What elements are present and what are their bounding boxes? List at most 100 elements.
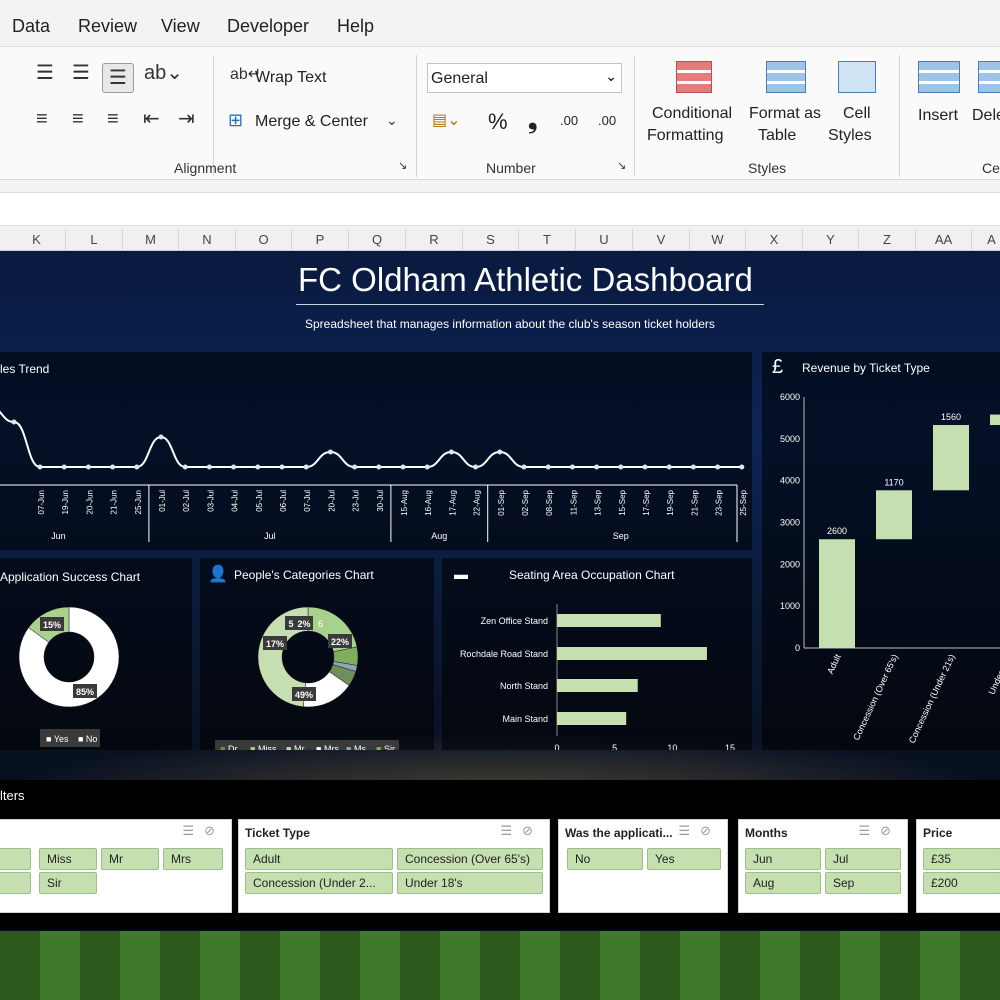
sales-trend-point (61, 464, 67, 470)
formula-bar[interactable] (0, 192, 1000, 226)
decrease-decimal-button[interactable]: .00 (598, 113, 616, 128)
menu-review[interactable]: Review (78, 16, 137, 37)
slicer-multiselect-icon[interactable]: ☰⊘ (678, 823, 721, 839)
slicer-multiselect-icon[interactable]: ☰⊘ (500, 823, 543, 839)
menu-data[interactable]: Data (12, 16, 50, 37)
slicer-item-mrs[interactable]: Mrs (163, 848, 223, 870)
top-align-icon[interactable]: ☰ (36, 63, 54, 83)
orientation-icon[interactable]: ab⌄ (144, 63, 183, 83)
slicer-item-35[interactable]: £35 (923, 848, 1000, 870)
align-left-icon[interactable]: ≡ (36, 109, 48, 129)
slicer-item[interactable] (0, 848, 31, 870)
slicer-item-sep[interactable]: Sep (825, 872, 901, 894)
comma-style-button[interactable]: ❟ (528, 107, 537, 135)
application-success-panel[interactable]: Application Success Chart 85% 15% ■ Yes ■ N… (0, 558, 192, 750)
column-header-L[interactable]: L (66, 229, 123, 251)
column-header-U[interactable]: U (576, 229, 633, 251)
column-header-Q[interactable]: Q (349, 229, 406, 251)
dialog-launcher-icon[interactable]: ↘ (617, 161, 626, 172)
column-header-A[interactable]: A (972, 229, 1000, 251)
slicer-item-adult[interactable]: Adult (245, 848, 393, 870)
column-header-Z[interactable]: Z (859, 229, 916, 251)
dashboard-title: FC Oldham Athletic Dashboard (298, 261, 753, 298)
number-format-value: General (431, 70, 488, 87)
cell-styles-button-line2[interactable]: Styles (828, 127, 872, 145)
increase-indent-icon[interactable]: ⇥ (178, 109, 195, 129)
slicer-application[interactable]: Was the applicati... ☰⊘ No Yes (558, 819, 728, 913)
percent-style-button[interactable]: % (488, 109, 508, 135)
column-header-P[interactable]: P (292, 229, 349, 251)
slicer-price[interactable]: Price £35 £200 (916, 819, 1000, 913)
sales-trend-tick-label: 19-Sep (666, 489, 675, 515)
slicer-item-jun[interactable]: Jun (745, 848, 821, 870)
sales-trend-panel[interactable]: les Trend 07-Jun 19-Jun 20-Jun 21-Jun 25-Jun… (0, 352, 752, 550)
revenue-bar (876, 490, 912, 540)
column-header-O[interactable]: O (236, 229, 292, 251)
column-header-V[interactable]: V (633, 229, 690, 251)
slicer-item-over65[interactable]: Concession (Over 65's) (397, 848, 543, 870)
number-format-dropdown[interactable]: General ⌄ (427, 63, 622, 93)
revenue-chart: 0 1000 2000 3000 4000 5000 6000 2600 Adult 1170 Co… (780, 392, 1000, 745)
stadium-pitch (0, 931, 1000, 1000)
slicer-item-mr[interactable]: Mr (101, 848, 159, 870)
chevron-down-icon[interactable]: ⌄ (386, 113, 398, 127)
column-header-N[interactable]: N (179, 229, 236, 251)
column-header-AA[interactable]: AA (916, 229, 972, 251)
column-header-W[interactable]: W (690, 229, 746, 251)
wrap-text-button[interactable]: Wrap Text (255, 69, 326, 87)
slicer-item-under21[interactable]: Concession (Under 2... (245, 872, 393, 894)
slicer-item-under18[interactable]: Under 18's (397, 872, 543, 894)
conditional-formatting-button[interactable]: Conditional (652, 105, 732, 123)
slicer-multiselect-icon[interactable]: ☰⊘ (182, 823, 225, 839)
slicer-item[interactable] (0, 872, 31, 894)
people-categories-panel[interactable]: 👤 People's Categories Chart 49% 17% 22% 5 2%… (200, 558, 434, 750)
column-header-M[interactable]: M (123, 229, 179, 251)
format-as-table-button[interactable]: Format as (749, 105, 821, 123)
conditional-formatting-button-line2[interactable]: Formatting (647, 127, 723, 145)
sales-trend-group-label: Sep (613, 531, 629, 541)
slicer-item-no[interactable]: No (567, 848, 643, 870)
menu-view[interactable]: View (161, 16, 200, 37)
delete-button[interactable]: Dele (972, 107, 1000, 125)
slicer-item-200[interactable]: £200 (923, 872, 1000, 894)
slicer-item-yes[interactable]: Yes (647, 848, 721, 870)
slicer-months[interactable]: Months ☰⊘ Jun Jul Aug Sep (738, 819, 908, 913)
cell-styles-button[interactable]: Cell (843, 105, 871, 123)
seating-x-tick-label: 10 (667, 743, 677, 750)
accounting-format-icon[interactable]: ▤⌄ (432, 113, 461, 129)
menu-developer[interactable]: Developer (227, 16, 309, 37)
increase-decimal-button[interactable]: .00 (560, 113, 578, 128)
people-legend-label: Ms (354, 744, 366, 750)
sales-trend-point (715, 464, 721, 470)
column-header-X[interactable]: X (746, 229, 803, 251)
decrease-indent-icon[interactable]: ⇤ (143, 109, 160, 129)
slicer-multiselect-icon[interactable]: ☰⊘ (858, 823, 901, 839)
seating-panel[interactable]: ▬ Seating Area Occupation Chart Zen Offi… (442, 558, 752, 750)
column-header-Y[interactable]: Y (803, 229, 859, 251)
column-header-S[interactable]: S (463, 229, 519, 251)
merge-center-button[interactable]: Merge & Center (255, 113, 368, 131)
insert-button[interactable]: Insert (918, 107, 958, 125)
sales-trend-point (158, 434, 164, 440)
middle-align-icon[interactable]: ☰ (72, 63, 90, 83)
slicer-item-sir[interactable]: Sir (39, 872, 97, 894)
seating-x-tick-label: 5 (612, 743, 617, 750)
revenue-panel[interactable]: £ Revenue by Ticket Type 0 1000 2000 3000 40… (762, 352, 1000, 750)
slicer-item-aug[interactable]: Aug (745, 872, 821, 894)
chevron-down-icon: ⌄ (605, 68, 617, 84)
menu-help[interactable]: Help (337, 16, 374, 37)
format-as-table-button-line2[interactable]: Table (758, 127, 796, 145)
revenue-bar (819, 539, 855, 648)
dialog-launcher-icon[interactable]: ↘ (398, 161, 407, 172)
slicer-ticket-type[interactable]: Ticket Type ☰⊘ Adult Concession (Over 65… (238, 819, 550, 913)
slicer-item-miss[interactable]: Miss (39, 848, 97, 870)
slicer-title[interactable]: ☰⊘ Miss Mr Mrs Sir (0, 819, 232, 913)
column-header-K[interactable]: K (8, 229, 66, 251)
align-center-icon[interactable]: ≡ (72, 109, 84, 129)
align-right-icon[interactable]: ≡ (107, 109, 119, 129)
slicer-item-jul[interactable]: Jul (825, 848, 901, 870)
column-header-T[interactable]: T (519, 229, 576, 251)
people-legend-label: Sir (384, 744, 395, 750)
column-header-R[interactable]: R (406, 229, 463, 251)
bottom-align-icon[interactable]: ☰ (102, 63, 134, 93)
